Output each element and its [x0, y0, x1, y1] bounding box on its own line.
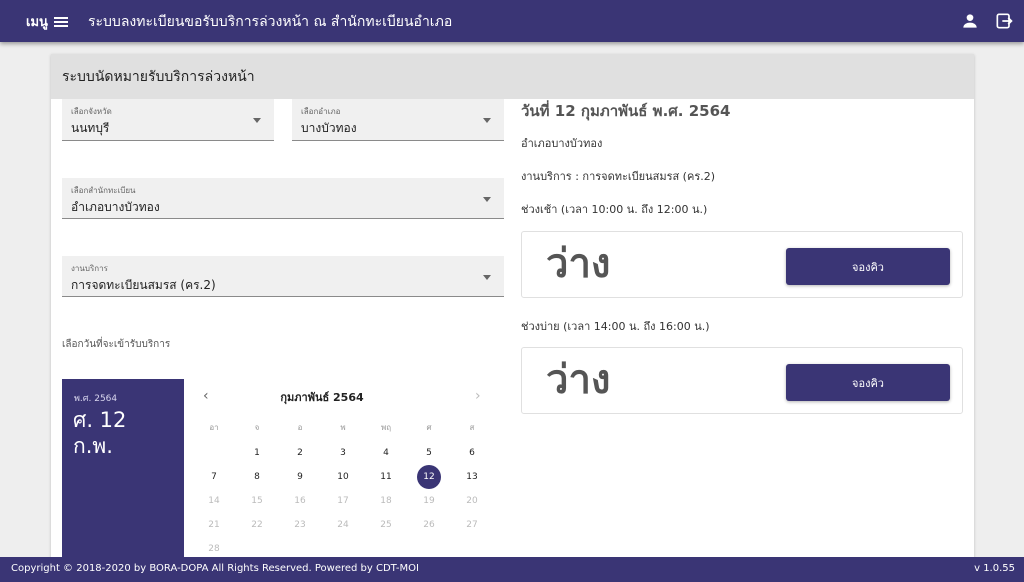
office-value: อำเภอบางบัวทอง: [71, 200, 160, 214]
selected-date-day: ศ. 12: [73, 408, 127, 432]
office-label: เลือกสำนักทะเบียน: [71, 186, 136, 195]
weekday-header: อา: [209, 423, 219, 432]
chevron-down-icon: [483, 197, 491, 202]
appointment-card: ระบบนัดหมายรับบริการล่วงหน้า เลือกจังหวั…: [51, 54, 974, 564]
district-label: เลือกอำเภอ: [301, 107, 341, 116]
version-text: v 1.0.55: [974, 563, 1015, 574]
prev-month-icon[interactable]: ‹: [203, 388, 209, 404]
date-picker-label: เลือกวันที่จะเข้ารับบริการ: [62, 339, 171, 350]
calendar-day: 14: [208, 496, 220, 506]
calendar-day[interactable]: 6: [460, 441, 484, 465]
weekday-header: จ: [254, 423, 260, 432]
morning-slot-card: ว่าง จองคิว: [521, 231, 963, 298]
office-select[interactable]: เลือกสำนักทะเบียน อำเภอบางบัวทอง: [62, 178, 504, 219]
district-select[interactable]: เลือกอำเภอ บางบัวทอง: [292, 99, 504, 141]
calendar-year[interactable]: พ.ศ. 2564: [74, 391, 117, 405]
service-select[interactable]: งานบริการ การจดทะเบียนสมรส (คร.2): [62, 256, 504, 297]
weekday-header: ศ: [426, 423, 432, 432]
calendar-day-selected[interactable]: 12: [417, 465, 441, 489]
footer: Copyright © 2018-2020 by BORA-DOPA All R…: [0, 557, 1024, 582]
calendar-day: 26: [423, 520, 435, 530]
copyright-text: Copyright © 2018-2020 by BORA-DOPA All R…: [11, 563, 419, 574]
afternoon-slot-label: ช่วงบ่าย (เวลา 14:00 น. ถึง 16:00 น.): [521, 320, 710, 333]
service-name: งานบริการ : การจดทะเบียนสมรส (คร.2): [521, 170, 716, 183]
province-label: เลือกจังหวัด: [71, 107, 112, 116]
calendar-month-title[interactable]: กุมภาพันธ์ 2564: [251, 388, 393, 406]
card-title: ระบบนัดหมายรับบริการล่วงหน้า: [62, 68, 255, 85]
province-select[interactable]: เลือกจังหวัด นนทบุรี: [62, 99, 274, 141]
calendar-day: 18: [380, 496, 392, 506]
morning-slot-status: ว่าง: [546, 241, 611, 287]
calendar-day[interactable]: 7: [202, 465, 226, 489]
calendar-day: 21: [208, 520, 220, 530]
calendar-day: 22: [251, 520, 263, 530]
menu-button[interactable]: เมนู: [26, 11, 68, 32]
book-morning-button[interactable]: จองคิว: [786, 248, 950, 285]
calendar-day: 27: [466, 520, 478, 530]
calendar-day[interactable]: 4: [374, 441, 398, 465]
afternoon-slot-card: ว่าง จองคิว: [521, 347, 963, 414]
next-month-icon[interactable]: ›: [475, 388, 481, 404]
district-value: บางบัวทอง: [301, 121, 357, 135]
calendar-day: 25: [380, 520, 392, 530]
calendar-day: 20: [466, 496, 478, 506]
weekday-header: ส: [469, 423, 475, 432]
calendar-day: 16: [294, 496, 306, 506]
calendar-day[interactable]: 8: [245, 465, 269, 489]
calendar-selected-panel: พ.ศ. 2564 ศ. 12 ก.พ.: [62, 379, 184, 564]
morning-slot-label: ช่วงเช้า (เวลา 10:00 น. ถึง 12:00 น.): [521, 203, 708, 216]
calendar-day: 17: [337, 496, 349, 506]
calendar-day[interactable]: 9: [288, 465, 312, 489]
service-label: งานบริการ: [71, 264, 108, 273]
service-value: การจดทะเบียนสมรส (คร.2): [71, 278, 216, 292]
province-value: นนทบุรี: [71, 121, 110, 135]
calendar-day: 24: [337, 520, 349, 530]
weekday-header: พฤ: [380, 423, 392, 432]
book-afternoon-button[interactable]: จองคิว: [786, 364, 950, 401]
card-header: ระบบนัดหมายรับบริการล่วงหน้า: [51, 54, 974, 99]
selected-date-month: ก.พ.: [73, 434, 113, 458]
office-name: อำเภอบางบัวทอง: [521, 137, 603, 150]
calendar-day: 19: [423, 496, 435, 506]
chevron-down-icon: [253, 118, 261, 123]
chevron-down-icon: [483, 275, 491, 280]
app-title: ระบบลงทะเบียนขอรับบริการล่วงหน้า ณ สำนัก…: [88, 14, 453, 30]
account-icon[interactable]: [960, 11, 980, 31]
weekday-header: อ: [297, 423, 303, 432]
hamburger-icon: [53, 16, 68, 27]
menu-label: เมนู: [26, 15, 48, 30]
calendar-day: 23: [294, 520, 306, 530]
calendar-day[interactable]: 13: [460, 465, 484, 489]
calendar-day[interactable]: 3: [331, 441, 355, 465]
chevron-down-icon: [483, 118, 491, 123]
selected-date-title: วันที่ 12 กุมภาพันธ์ พ.ศ. 2564: [521, 102, 731, 120]
calendar-day[interactable]: 1: [245, 441, 269, 465]
calendar-day[interactable]: 2: [288, 441, 312, 465]
weekday-header: พ: [340, 423, 346, 432]
logout-icon[interactable]: [994, 11, 1014, 31]
afternoon-slot-status: ว่าง: [546, 357, 611, 403]
calendar-day[interactable]: 5: [417, 441, 441, 465]
top-app-bar: เมนู ระบบลงทะเบียนขอรับบริการล่วงหน้า ณ …: [0, 0, 1024, 42]
calendar-selected-date: ศ. 12 ก.พ.: [73, 407, 126, 459]
calendar-day: 15: [251, 496, 263, 506]
calendar-day[interactable]: 11: [374, 465, 398, 489]
calendar-day[interactable]: 10: [331, 465, 355, 489]
